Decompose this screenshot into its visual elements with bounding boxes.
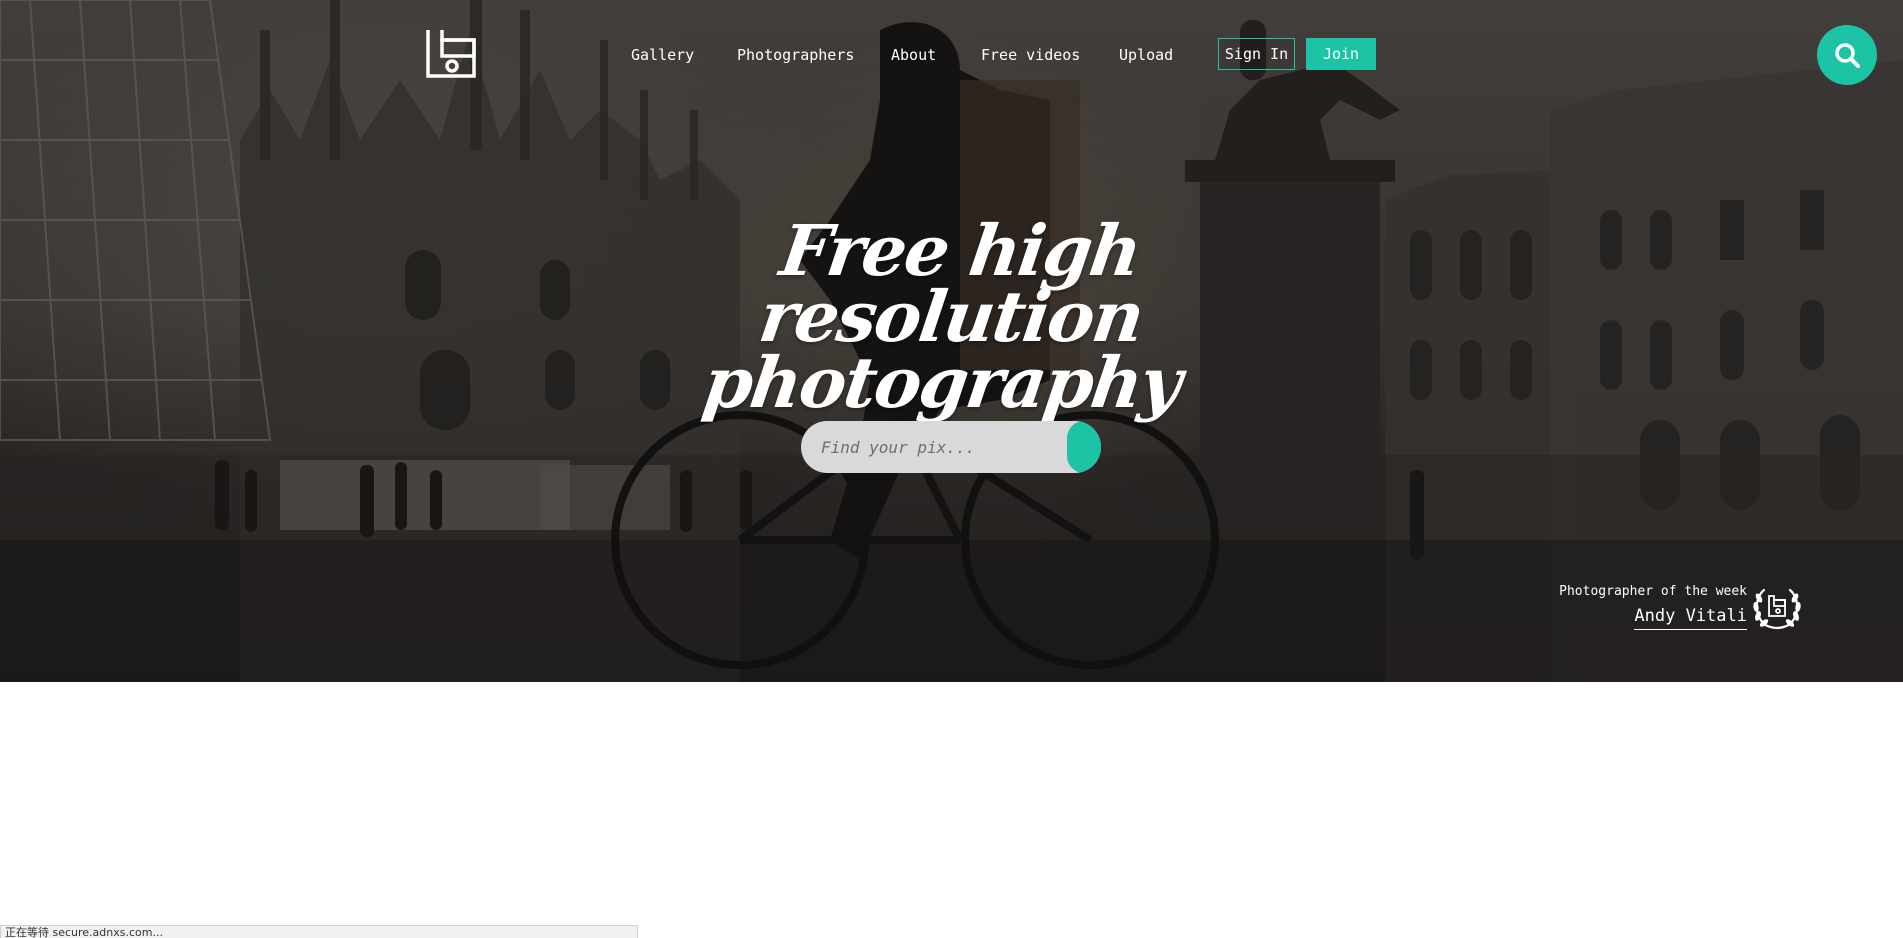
logo-icon bbox=[426, 30, 476, 78]
search-toggle-button[interactable] bbox=[1817, 25, 1877, 85]
search-submit-button[interactable] bbox=[1067, 421, 1101, 473]
hero-headline-line2: photography bbox=[698, 341, 1186, 424]
sign-in-button[interactable]: Sign In bbox=[1218, 38, 1295, 70]
search-icon bbox=[1835, 43, 1860, 68]
nav-free-videos[interactable]: Free videos bbox=[981, 46, 1080, 64]
laurel-badge-icon bbox=[1753, 588, 1801, 630]
site-logo[interactable] bbox=[426, 28, 476, 78]
join-button[interactable]: Join bbox=[1306, 38, 1376, 70]
potw-label: Photographer of the week bbox=[1559, 584, 1747, 599]
potw-name-link[interactable]: Andy Vitali bbox=[1634, 606, 1747, 630]
hero-search bbox=[801, 421, 1101, 473]
search-input[interactable] bbox=[801, 421, 1059, 473]
nav-about[interactable]: About bbox=[891, 46, 936, 64]
hero-headline: Free high resolution photography bbox=[637, 209, 1265, 424]
browser-status-bar: 正在等待 secure.adnxs.com... bbox=[0, 925, 638, 938]
hero-headline-line1: Free high resolution bbox=[754, 209, 1148, 358]
nav-upload[interactable]: Upload bbox=[1119, 46, 1173, 64]
photographer-of-week: Photographer of the week Andy Vitali bbox=[1559, 584, 1747, 630]
nav-photographers[interactable]: Photographers bbox=[737, 46, 854, 64]
nav-gallery[interactable]: Gallery bbox=[631, 46, 694, 64]
